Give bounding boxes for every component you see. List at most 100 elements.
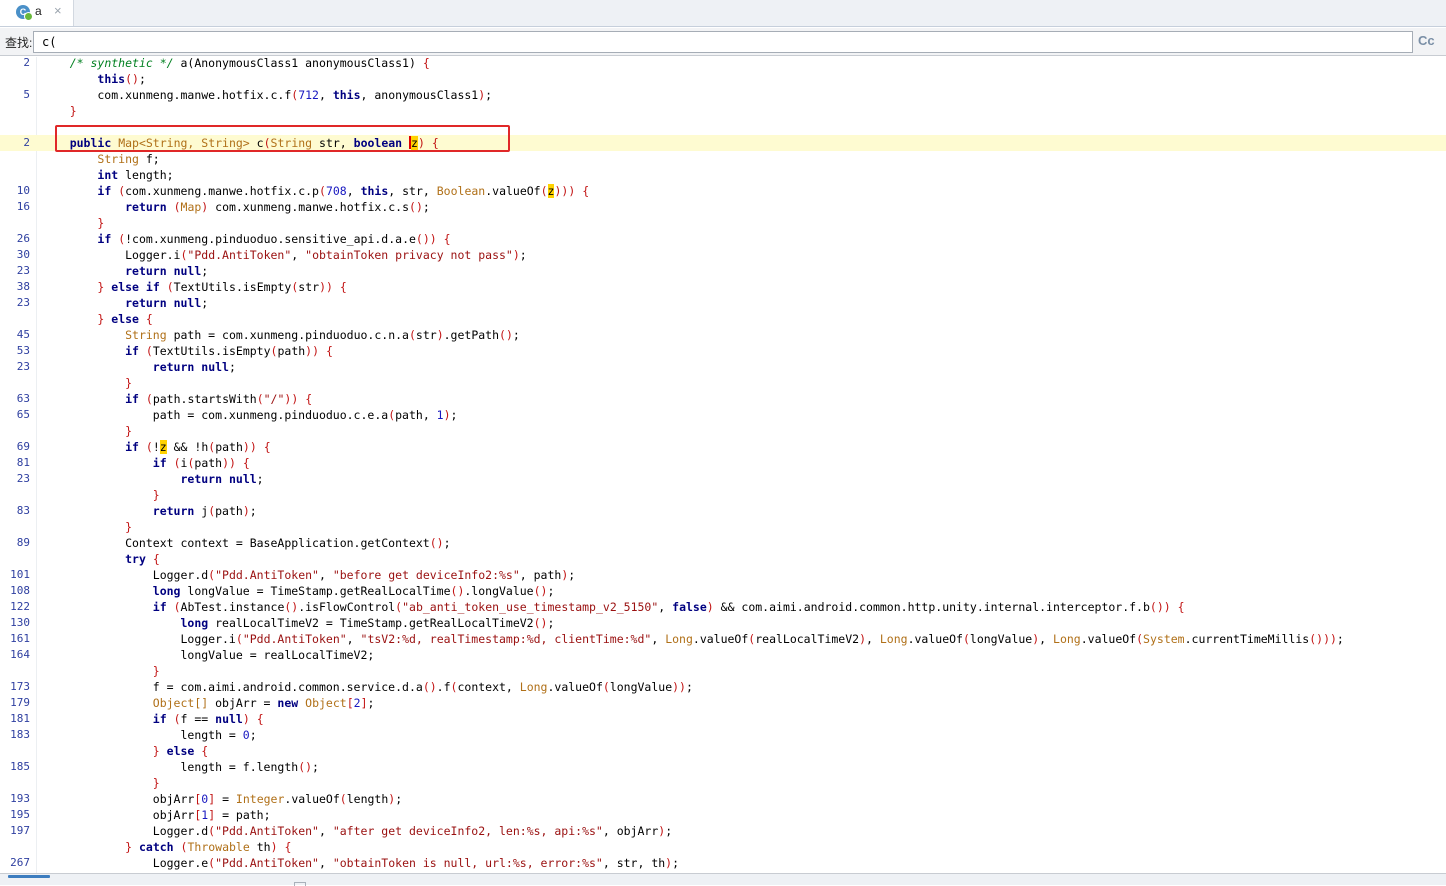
code-line[interactable]: 267 Logger.e("Pdd.AntiToken", "obtainTok… (0, 855, 1446, 871)
match-case-toggle[interactable]: Cc (1418, 33, 1435, 48)
code-text[interactable]: } (42, 519, 132, 535)
code-text[interactable]: length = 0; (42, 727, 256, 743)
code-line[interactable]: 30 Logger.i("Pdd.AntiToken", "obtainToke… (0, 247, 1446, 263)
code-text[interactable]: String path = com.xunmeng.pinduoduo.c.n.… (42, 327, 520, 343)
code-text[interactable]: } (42, 775, 160, 791)
editor-tab[interactable]: C a × (0, 0, 74, 26)
code-text[interactable]: try { (42, 551, 160, 567)
code-line[interactable]: 2 /* synthetic */ a(AnonymousClass1 anon… (0, 57, 1446, 71)
code-text[interactable]: if (com.xunmeng.manwe.hotfix.c.p(708, th… (42, 183, 589, 199)
code-line[interactable]: } (0, 663, 1446, 679)
code-line[interactable]: 173 f = com.aimi.android.common.service.… (0, 679, 1446, 695)
code-text[interactable]: } (42, 375, 132, 391)
code-text[interactable]: path = com.xunmeng.pinduoduo.c.e.a(path,… (42, 407, 458, 423)
code-editor[interactable]: 2 /* synthetic */ a(AnonymousClass1 anon… (0, 57, 1446, 873)
code-line[interactable]: 23 return null; (0, 295, 1446, 311)
code-text[interactable]: } (42, 487, 160, 503)
code-text[interactable]: Object[] objArr = new Object[2]; (42, 695, 375, 711)
code-line[interactable]: 5 com.xunmeng.manwe.hotfix.c.f(712, this… (0, 87, 1446, 103)
code-text[interactable]: return null; (42, 263, 208, 279)
code-text[interactable]: objArr[1] = path; (42, 807, 271, 823)
code-text[interactable]: objArr[0] = Integer.valueOf(length); (42, 791, 402, 807)
code-line[interactable]: 164 longValue = realLocalTimeV2; (0, 647, 1446, 663)
code-text[interactable]: if (!com.xunmeng.pinduoduo.sensitive_api… (42, 231, 450, 247)
code-text[interactable]: } else { (42, 743, 208, 759)
code-line[interactable]: 183 length = 0; (0, 727, 1446, 743)
code-text[interactable]: Logger.i("Pdd.AntiToken", "obtainToken p… (42, 247, 527, 263)
code-text[interactable]: Context context = BaseApplication.getCon… (42, 535, 450, 551)
code-line[interactable]: 197 Logger.d("Pdd.AntiToken", "after get… (0, 823, 1446, 839)
code-line[interactable]: 69 if (!z && !h(path)) { (0, 439, 1446, 455)
code-line[interactable]: } (0, 215, 1446, 231)
code-line[interactable]: } (0, 519, 1446, 535)
code-text[interactable]: return null; (42, 359, 236, 375)
code-text[interactable]: } catch (Throwable th) { (42, 839, 291, 855)
code-line[interactable]: 185 length = f.length(); (0, 759, 1446, 775)
code-line[interactable]: String f; (0, 151, 1446, 167)
code-text[interactable]: Logger.d("Pdd.AntiToken", "before get de… (42, 567, 575, 583)
code-line[interactable]: 83 return j(path); (0, 503, 1446, 519)
code-text[interactable]: long longValue = TimeStamp.getRealLocalT… (42, 583, 555, 599)
code-text[interactable]: Logger.i("Pdd.AntiToken", "tsV2:%d, real… (42, 631, 1343, 647)
code-text[interactable]: String f; (42, 151, 159, 167)
code-text[interactable]: com.xunmeng.manwe.hotfix.c.f(712, this, … (42, 87, 492, 103)
code-text[interactable]: if (!z && !h(path)) { (42, 439, 271, 455)
code-text[interactable]: if (TextUtils.isEmpty(path)) { (42, 343, 333, 359)
code-text[interactable]: } (42, 103, 77, 119)
code-text[interactable]: int length; (42, 167, 173, 183)
code-line[interactable]: this(); (0, 71, 1446, 87)
code-line[interactable]: 65 path = com.xunmeng.pinduoduo.c.e.a(pa… (0, 407, 1446, 423)
code-line[interactable]: 23 return null; (0, 471, 1446, 487)
code-text[interactable]: /* synthetic */ a(AnonymousClass1 anonym… (42, 57, 430, 71)
code-text[interactable]: return null; (42, 295, 208, 311)
code-text[interactable]: return null; (42, 471, 263, 487)
code-text[interactable]: } (42, 423, 132, 439)
code-line[interactable]: 38 } else if (TextUtils.isEmpty(str)) { (0, 279, 1446, 295)
code-text[interactable]: Logger.e("Pdd.AntiToken", "obtainToken i… (42, 855, 679, 871)
code-text[interactable]: } else { (42, 311, 152, 327)
code-line[interactable]: 16 return (Map) com.xunmeng.manwe.hotfix… (0, 199, 1446, 215)
code-line[interactable]: 161 Logger.i("Pdd.AntiToken", "tsV2:%d, … (0, 631, 1446, 647)
code-text[interactable]: if (f == null) { (42, 711, 264, 727)
code-text[interactable]: this(); (42, 71, 146, 87)
code-line[interactable]: 26 if (!com.xunmeng.pinduoduo.sensitive_… (0, 231, 1446, 247)
code-text[interactable]: length = f.length(); (42, 759, 319, 775)
code-line[interactable]: 179 Object[] objArr = new Object[2]; (0, 695, 1446, 711)
code-line[interactable]: 45 String path = com.xunmeng.pinduoduo.c… (0, 327, 1446, 343)
find-input[interactable] (33, 31, 1413, 53)
code-line[interactable]: 63 if (path.startsWith("/")) { (0, 391, 1446, 407)
code-line[interactable]: } (0, 775, 1446, 791)
code-text[interactable]: } (42, 663, 160, 679)
code-text[interactable]: if (i(path)) { (42, 455, 250, 471)
code-text[interactable]: } else if (TextUtils.isEmpty(str)) { (42, 279, 346, 295)
code-line[interactable]: try { (0, 551, 1446, 567)
code-text[interactable]: Logger.d("Pdd.AntiToken", "after get dev… (42, 823, 672, 839)
code-line[interactable]: 23 return null; (0, 263, 1446, 279)
code-line[interactable]: } else { (0, 743, 1446, 759)
code-line[interactable]: 23 return null; (0, 359, 1446, 375)
code-line[interactable]: } else { (0, 311, 1446, 327)
code-text[interactable]: if (AbTest.instance().isFlowControl("ab_… (42, 599, 1185, 615)
code-text[interactable]: long realLocalTimeV2 = TimeStamp.getReal… (42, 615, 554, 631)
horizontal-scrollbar[interactable] (0, 873, 1446, 886)
code-text[interactable]: return j(path); (42, 503, 257, 519)
code-text[interactable]: f = com.aimi.android.common.service.d.a(… (42, 679, 693, 695)
code-line[interactable]: 53 if (TextUtils.isEmpty(path)) { (0, 343, 1446, 359)
close-icon[interactable]: × (54, 3, 62, 18)
code-text[interactable]: return (Map) com.xunmeng.manwe.hotfix.c.… (42, 199, 430, 215)
code-line[interactable]: 130 long realLocalTimeV2 = TimeStamp.get… (0, 615, 1446, 631)
code-line[interactable]: } (0, 487, 1446, 503)
code-line[interactable]: } catch (Throwable th) { (0, 839, 1446, 855)
code-line[interactable]: 193 objArr[0] = Integer.valueOf(length); (0, 791, 1446, 807)
code-line[interactable]: } (0, 103, 1446, 119)
scrollbar-thumb[interactable] (8, 875, 50, 878)
code-line[interactable]: 101 Logger.d("Pdd.AntiToken", "before ge… (0, 567, 1446, 583)
code-line[interactable]: 195 objArr[1] = path; (0, 807, 1446, 823)
code-line[interactable]: 122 if (AbTest.instance().isFlowControl(… (0, 599, 1446, 615)
code-text[interactable]: } (42, 215, 104, 231)
code-line[interactable]: int length; (0, 167, 1446, 183)
code-line[interactable]: 108 long longValue = TimeStamp.getRealLo… (0, 583, 1446, 599)
code-text[interactable]: if (path.startsWith("/")) { (42, 391, 312, 407)
code-line[interactable]: 181 if (f == null) { (0, 711, 1446, 727)
code-line[interactable]: } (0, 375, 1446, 391)
